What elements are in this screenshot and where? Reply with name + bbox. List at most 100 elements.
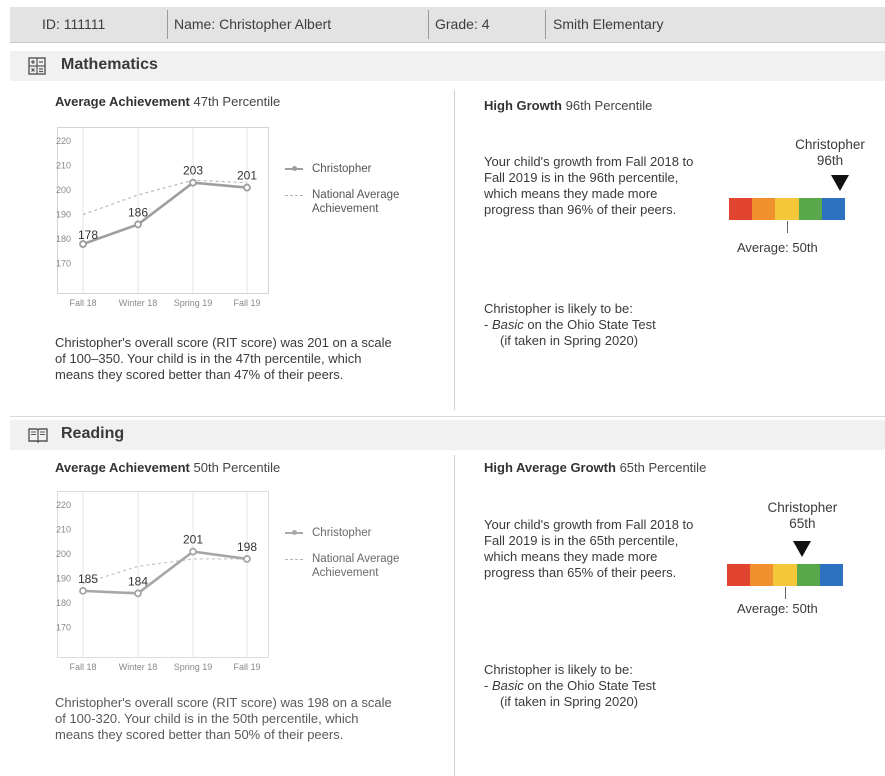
data-label: 201	[183, 533, 203, 547]
projection-title: Christopher is likely to be:	[484, 662, 633, 677]
y-tick-label: 190	[56, 210, 71, 220]
student-name: Name: Christopher Albert	[174, 16, 332, 32]
gauge-segment	[798, 198, 822, 220]
section-divider	[10, 416, 885, 417]
y-tick-label: 210	[56, 524, 71, 534]
data-point	[189, 547, 197, 556]
projection-test: on the Ohio State Test	[523, 317, 656, 332]
reading-chart: 170 180 190 200 210 220 185 184 201 198 Fall 18 Win…	[56, 491, 269, 672]
legend-item-national: National Average Achievement	[285, 552, 435, 582]
school-name: Smith Elementary	[553, 16, 664, 32]
student-grade: Grade: 4	[435, 16, 490, 32]
y-tick-label: 170	[56, 623, 71, 633]
y-tick-label: 220	[56, 136, 71, 146]
student-id: ID: 111111	[42, 16, 106, 32]
series-line-student	[82, 181, 248, 246]
x-tick-label: Fall 18	[69, 298, 96, 308]
section-title: Reading	[61, 425, 125, 442]
gauge-average-label: Average: 50th	[737, 601, 818, 616]
projection-title: Christopher is likely to be:	[484, 301, 633, 316]
legend-item-student: Christopher	[285, 162, 435, 178]
math-chart: 170 180 190 200 210 220 178 186 203 201 Fall 18 Win…	[56, 127, 269, 308]
projection-bullet: -	[484, 317, 492, 332]
x-tick-label: Spring 19	[174, 662, 213, 672]
data-label: 184	[128, 574, 148, 588]
gauge-average-tick	[785, 587, 786, 599]
y-tick-label: 190	[56, 574, 71, 584]
legend-dot	[292, 165, 297, 171]
chart-legend: Christopher National Average Achievement	[285, 526, 435, 582]
gauge-segment	[727, 564, 751, 586]
data-point	[79, 586, 87, 595]
achievement-value: 50th Percentile	[193, 460, 281, 475]
gauge-student-name: Christopher 96th	[770, 137, 885, 169]
gauge-marker	[793, 541, 812, 557]
x-tick-label: Fall 19	[233, 662, 260, 672]
x-tick-label: Spring 19	[174, 298, 213, 308]
x-tick-label: Winter 18	[119, 298, 158, 308]
series-line-student	[82, 550, 248, 595]
data-label: 178	[78, 228, 98, 242]
achievement-value: 47th Percentile	[193, 94, 281, 109]
projection-bullet: -	[484, 678, 492, 693]
y-tick-label: 200	[56, 185, 71, 195]
header-divider	[545, 10, 546, 39]
growth-heading: High Average Growth 65th Percentile	[484, 460, 706, 475]
gauge-segment	[819, 564, 844, 586]
achievement-label: Average Achievement	[55, 460, 190, 475]
legend-item-student: Christopher	[285, 526, 435, 542]
projection-block: Christopher is likely to be: - Basic on …	[484, 301, 724, 349]
growth-label: High Average Growth	[484, 460, 616, 475]
data-label: 198	[237, 540, 257, 554]
growth-heading: High Growth 96th Percentile	[484, 98, 652, 113]
data-label: 201	[237, 169, 257, 183]
gauge-segment	[752, 198, 776, 220]
x-tick-label: Winter 18	[119, 662, 158, 672]
data-point	[243, 555, 251, 563]
projection-line: - Basic on the Ohio State Test	[484, 678, 724, 694]
growth-value: 96th Percentile	[565, 98, 653, 113]
gauge-percentile: 65th	[789, 516, 816, 531]
book-icon	[28, 428, 48, 443]
growth-value: 65th Percentile	[619, 460, 707, 475]
y-tick-label: 210	[56, 160, 71, 170]
legend-student-label: Christopher	[312, 163, 372, 175]
gauge-percentile: 96th	[816, 153, 844, 168]
projection-line: - Basic on the Ohio State Test	[484, 317, 724, 333]
projection-block: Christopher is likely to be: - Basic on …	[484, 662, 724, 710]
projection-note: (if taken in Spring 2020)	[500, 333, 639, 348]
y-tick-label: 200	[56, 549, 71, 559]
legend-dot	[292, 529, 297, 535]
gauge-student-name: Christopher 65th	[742, 500, 862, 532]
section-header-mathematics: Mathematics	[10, 51, 885, 81]
gauge-segment	[773, 564, 797, 586]
data-point	[243, 183, 251, 192]
achievement-label: Average Achievement	[55, 94, 190, 109]
legend-dashed-line	[285, 559, 303, 560]
y-tick-label: 180	[56, 234, 71, 244]
y-tick-label: 170	[56, 259, 71, 269]
student-info-bar: ID: 111111 Name: Christopher Albert Grad…	[10, 7, 885, 43]
gauge-average-label: Average: 50th	[737, 240, 818, 255]
x-tick-label: Fall 19	[233, 298, 260, 308]
gauge-color-bar	[727, 564, 844, 586]
growth-description: Your child's growth from Fall 2018 to Fa…	[484, 154, 694, 217]
y-tick-label: 220	[56, 500, 71, 510]
gauge-segment	[775, 198, 799, 220]
section-header-reading: Reading	[10, 420, 885, 450]
growth-description: Your child's growth from Fall 2018 to Fa…	[484, 517, 694, 580]
y-tick-label: 180	[56, 598, 71, 608]
projection-level: Basic	[491, 317, 524, 332]
chart-legend: Christopher National Average Achievement	[285, 162, 435, 218]
achievement-heading: Average Achievement 47th Percentile	[55, 94, 280, 109]
data-point	[134, 220, 142, 229]
gauge-marker	[831, 175, 850, 191]
data-point	[134, 589, 142, 598]
column-divider	[454, 90, 455, 410]
gauge-segment	[796, 564, 820, 586]
data-label: 203	[183, 164, 203, 178]
data-label: 185	[78, 572, 98, 586]
gauge-color-bar	[729, 198, 846, 220]
achievement-heading: Average Achievement 50th Percentile	[55, 460, 280, 475]
gauge-segment	[821, 198, 846, 220]
